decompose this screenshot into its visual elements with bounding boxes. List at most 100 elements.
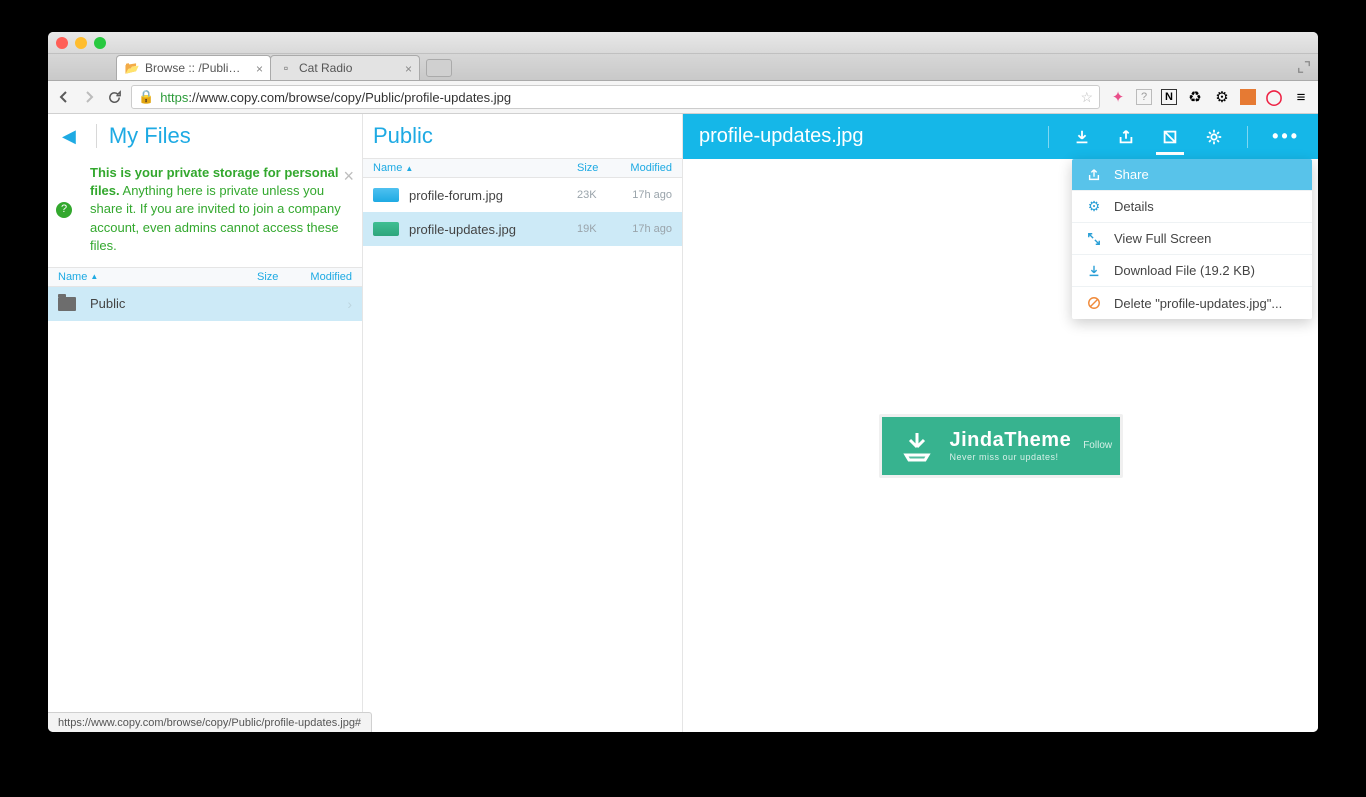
zoom-window-button[interactable] [94, 37, 106, 49]
back-button[interactable] [56, 89, 72, 105]
sort-caret-icon: ▲ [405, 164, 413, 173]
tab-label: Cat Radio [299, 61, 352, 75]
browser-tab-inactive[interactable]: ▫ Cat Radio × [270, 55, 420, 80]
copy-favicon: 📂 [125, 61, 139, 75]
page-favicon: ▫ [279, 61, 293, 75]
sidebar-header-modified[interactable]: Modified [297, 271, 352, 283]
extension-opera-icon[interactable]: ◯ [1265, 88, 1283, 106]
file-header-bar: profile-updates.jpg ••• [683, 114, 1318, 159]
menu-share[interactable]: Share [1072, 159, 1312, 191]
file-header-actions: ••• [1048, 114, 1302, 159]
expand-icon [1086, 232, 1102, 246]
files-header: Public [363, 114, 682, 158]
files-header-modified[interactable]: Modified [617, 162, 672, 174]
url-protocol: https [160, 90, 188, 105]
sidebar-title: My Files [109, 123, 191, 149]
download-badge-icon [896, 425, 938, 467]
sidebar-header-size[interactable]: Size [257, 271, 297, 283]
files-table-header: Name▲ Size Modified [363, 158, 682, 178]
sidebar-header-name[interactable]: Name▲ [58, 271, 257, 283]
sort-caret-icon: ▲ [90, 272, 98, 281]
files-column: Public Name▲ Size Modified profile-forum… [363, 114, 683, 732]
files-header-size[interactable]: Size [577, 162, 617, 174]
menu-download[interactable]: Download File (19.2 KB) [1072, 255, 1312, 287]
file-row[interactable]: profile-forum.jpg 23K 17h ago [363, 178, 682, 212]
extension-n-icon[interactable]: N [1161, 89, 1177, 105]
expand-icon[interactable] [1297, 60, 1311, 74]
info-rest-text: Anything here is private unless you shar… [90, 183, 341, 253]
divider [96, 124, 97, 148]
chevron-right-icon: › [347, 296, 352, 312]
menu-label: View Full Screen [1114, 231, 1211, 246]
menu-label: Delete "profile-updates.jpg"... [1114, 296, 1282, 311]
lock-icon: 🔒 [138, 89, 154, 105]
sidebar-item-public[interactable]: Public › [48, 287, 362, 321]
gear-icon: ⚙ [1086, 198, 1102, 215]
status-bar: https://www.copy.com/browse/copy/Public/… [48, 712, 372, 732]
detail-column: profile-updates.jpg ••• [683, 114, 1318, 732]
close-tab-icon[interactable]: × [256, 62, 263, 76]
files-title: Public [373, 123, 433, 149]
extension-orange-icon[interactable] [1240, 89, 1256, 105]
follow-badge: Follow [1083, 440, 1112, 451]
file-name: profile-updates.jpg [409, 222, 577, 237]
files-header-name[interactable]: Name▲ [373, 162, 577, 174]
separator [1247, 126, 1248, 148]
sidebar-header: ◀ My Files [48, 114, 362, 158]
window-titlebar [48, 32, 1318, 54]
file-thumb-icon [373, 188, 399, 202]
sidebar-back-icon[interactable]: ◀ [62, 126, 76, 147]
file-size: 23K [577, 189, 617, 201]
menu-label: Download File (19.2 KB) [1114, 263, 1255, 278]
extension-icons: ✦ ? N ♻ ⚙ ◯ ≡ [1109, 88, 1310, 106]
download-icon [1086, 264, 1102, 278]
minimize-window-button[interactable] [75, 37, 87, 49]
menu-fullscreen[interactable]: View Full Screen [1072, 223, 1312, 255]
extension-recycle-icon[interactable]: ♻ [1186, 88, 1204, 106]
browser-tabbar: 📂 Browse :: /Public/profile-u... × ▫ Cat… [48, 54, 1318, 81]
brand-name: JindaTheme [950, 429, 1072, 452]
settings-icon[interactable] [1203, 114, 1225, 159]
extension-color-icon[interactable]: ✦ [1109, 88, 1127, 106]
status-url: https://www.copy.com/browse/copy/Public/… [58, 717, 361, 729]
file-thumb-icon [373, 222, 399, 236]
app-content: ◀ My Files ? This is your private storag… [48, 114, 1318, 732]
close-tab-icon[interactable]: × [405, 62, 412, 76]
delete-icon [1086, 296, 1102, 310]
hamburger-menu-icon[interactable]: ≡ [1292, 88, 1310, 106]
actions-dropdown: Share ⚙ Details View Full Screen Downloa… [1072, 159, 1312, 319]
forward-button[interactable] [81, 89, 97, 105]
brand-block: JindaTheme Never miss our updates! [950, 429, 1072, 462]
file-modified: 17h ago [617, 189, 672, 201]
brand-tagline: Never miss our updates! [950, 452, 1072, 462]
share-icon[interactable] [1115, 114, 1137, 159]
menu-delete[interactable]: Delete "profile-updates.jpg"... [1072, 287, 1312, 319]
crop-icon[interactable] [1159, 114, 1181, 159]
extension-gear-icon[interactable]: ⚙ [1213, 88, 1231, 106]
follow-label: Follow [1083, 440, 1112, 451]
folder-icon [58, 297, 80, 311]
more-icon[interactable]: ••• [1270, 114, 1302, 159]
menu-details[interactable]: ⚙ Details [1072, 191, 1312, 223]
file-row-selected[interactable]: profile-updates.jpg 19K 17h ago [363, 212, 682, 246]
close-window-button[interactable] [56, 37, 68, 49]
menu-label: Details [1114, 199, 1154, 214]
separator [1048, 126, 1049, 148]
share-icon [1086, 168, 1102, 182]
browser-tab-active[interactable]: 📂 Browse :: /Public/profile-u... × [116, 55, 271, 80]
close-banner-icon[interactable]: × [343, 164, 354, 189]
file-title: profile-updates.jpg [699, 125, 1048, 148]
menu-label: Share [1114, 167, 1149, 182]
sidebar-item-label: Public [90, 296, 347, 311]
bookmark-star-icon[interactable]: ☆ [1080, 89, 1093, 106]
extension-help-icon[interactable]: ? [1136, 89, 1152, 105]
download-icon[interactable] [1071, 114, 1093, 159]
reload-button[interactable] [106, 89, 122, 105]
browser-toolbar: 🔒 https://www.copy.com/browse/copy/Publi… [48, 81, 1318, 114]
sidebar-column: ◀ My Files ? This is your private storag… [48, 114, 363, 732]
sidebar-table-header: Name▲ Size Modified [48, 267, 362, 287]
help-badge-icon[interactable]: ? [56, 202, 72, 218]
address-bar[interactable]: 🔒 https://www.copy.com/browse/copy/Publi… [131, 85, 1100, 109]
new-tab-button[interactable] [426, 59, 452, 77]
url-path: ://www.copy.com/browse/copy/Public/profi… [188, 90, 511, 105]
